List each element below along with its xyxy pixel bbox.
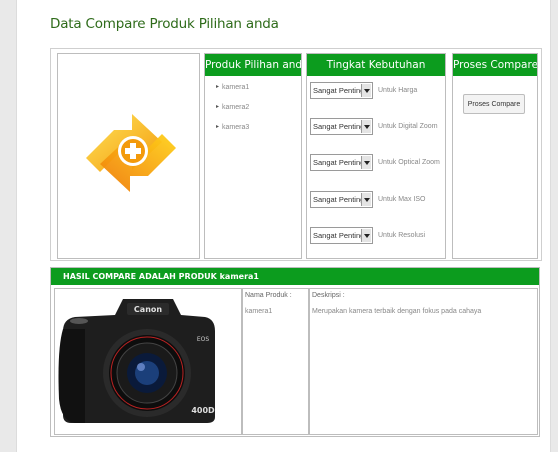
need-label: Untuk Resolusi [378, 232, 426, 239]
result-image-cell: Canon EOS 400D [54, 288, 242, 435]
need-label: Untuk Optical Zoom [378, 159, 440, 166]
need-label: Untuk Harga [378, 87, 418, 94]
description-value: Merupakan kamera terbaik dengan fokus pa… [312, 308, 482, 315]
triangle-down-icon [361, 84, 371, 97]
needs-panel: Tingkat Kebutuhan Sangat Penting Untuk H… [306, 53, 446, 259]
products-panel-header: Produk Pilihan anda [205, 54, 301, 76]
compare-logo-panel [57, 53, 200, 259]
compare-logo-icon [86, 114, 176, 192]
product-name-value: kamera1 [245, 308, 273, 315]
list-item[interactable]: ▸ kamera1 [216, 82, 301, 102]
camera-image: Canon EOS 400D [58, 299, 215, 423]
need-row-optical-zoom: Sangat Penting Untuk Optical Zoom [310, 154, 440, 171]
product-list: ▸ kamera1 ▸ kamera2 ▸ kamera3 [205, 76, 301, 142]
result-desc-cell: Deskripsi : Merupakan kamera terbaik den… [309, 288, 538, 435]
page-title: Data Compare Produk Pilihan anda [50, 16, 279, 32]
triangle-down-icon [361, 156, 371, 169]
camera-brand: Canon [134, 305, 162, 314]
triangle-down-icon [361, 193, 371, 206]
priority-select-optical-zoom[interactable]: Sangat Penting [310, 154, 373, 171]
right-triangle-bullet-icon: ▸ [216, 124, 220, 130]
result-name-cell: Nama Produk : kamera1 [242, 288, 309, 435]
triangle-down-icon [361, 120, 371, 133]
need-row-harga: Sangat Penting Untuk Harga [310, 82, 417, 99]
need-row-digital-zoom: Sangat Penting Untuk Digital Zoom [310, 118, 438, 135]
products-panel: Produk Pilihan anda ▸ kamera1 ▸ kamera2 ▸ k… [204, 53, 302, 259]
priority-select-max-iso[interactable]: Sangat Penting [310, 191, 373, 208]
list-item[interactable]: ▸ kamera3 [216, 122, 301, 142]
need-label: Untuk Digital Zoom [378, 123, 438, 130]
camera-badge: EOS [197, 336, 210, 343]
needs-panel-header: Tingkat Kebutuhan [307, 54, 445, 76]
product-name-label: Nama Produk : [245, 292, 292, 299]
right-triangle-bullet-icon: ▸ [216, 104, 220, 110]
priority-select-digital-zoom[interactable]: Sangat Penting [310, 118, 373, 135]
description-label: Deskripsi : [312, 292, 345, 299]
need-row-resolusi: Sangat Penting Untuk Resolusi [310, 227, 425, 244]
result-header: HASIL COMPARE ADALAH PRODUK kamera1 [51, 268, 539, 285]
compare-frame: Produk Pilihan anda ▸ kamera1 ▸ kamera2 ▸ k… [50, 48, 542, 261]
right-triangle-bullet-icon: ▸ [216, 84, 220, 90]
proses-compare-button[interactable]: Proses Compare [463, 94, 525, 114]
result-panel: HASIL COMPARE ADALAH PRODUK kamera1 Cano… [50, 267, 540, 437]
priority-select-harga[interactable]: Sangat Penting [310, 82, 373, 99]
triangle-down-icon [361, 229, 371, 242]
need-label: Untuk Max ISO [378, 196, 426, 203]
need-row-max-iso: Sangat Penting Untuk Max ISO [310, 191, 425, 208]
camera-model: 400D [191, 406, 215, 415]
process-panel: Proses Compare Proses Compare [452, 53, 538, 259]
list-item[interactable]: ▸ kamera2 [216, 102, 301, 122]
priority-select-resolusi[interactable]: Sangat Penting [310, 227, 373, 244]
process-panel-header: Proses Compare [453, 54, 537, 76]
